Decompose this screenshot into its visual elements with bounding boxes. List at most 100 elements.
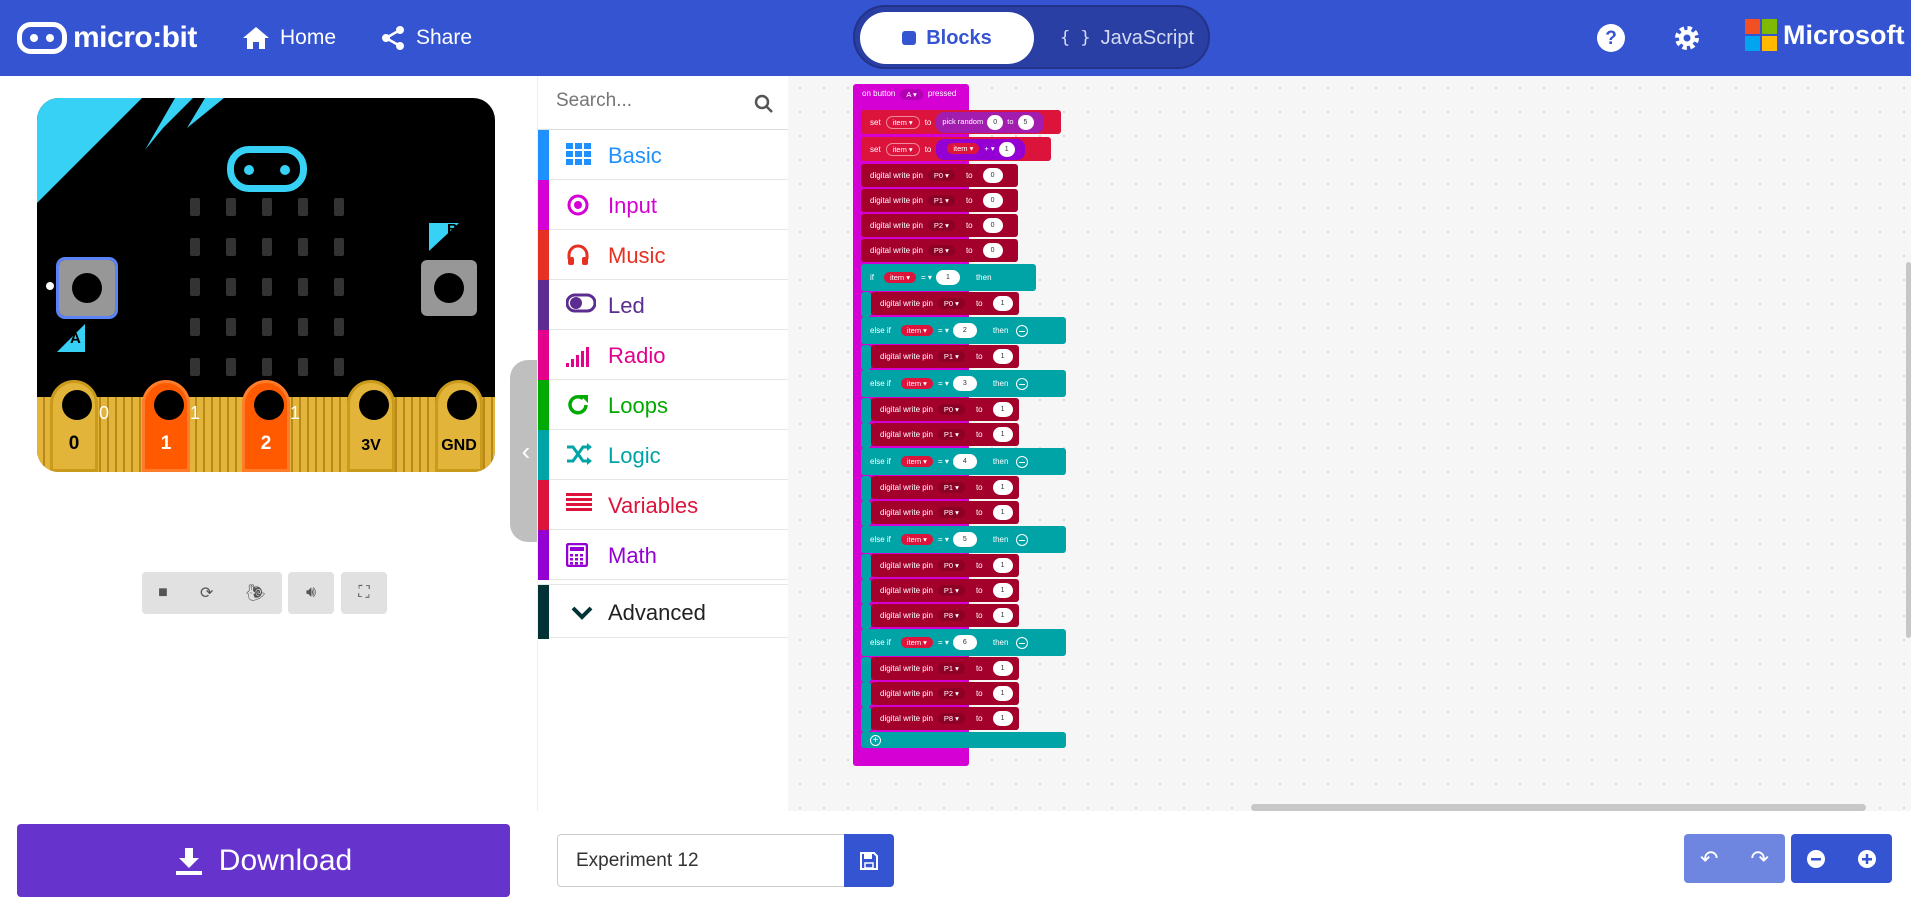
digital-write-block[interactable]: digital write pin P2 ▾ to 0 [861, 214, 1018, 237]
if-block-spine[interactable] [861, 657, 871, 682]
restart-icon[interactable]: ⟳ [200, 583, 213, 603]
headphones-icon [566, 243, 594, 267]
if-block-spine[interactable] [861, 292, 871, 317]
category-color-bar [538, 230, 549, 280]
remove-branch-icon[interactable] [1016, 324, 1029, 337]
category-variables[interactable]: Variables [538, 480, 788, 530]
digital-write-block[interactable]: digital write pin P8 ▾ to 1 [871, 604, 1019, 627]
redo-icon[interactable]: ↷ [1751, 846, 1769, 872]
search-input[interactable] [556, 90, 746, 112]
pin-0[interactable]: 0 [50, 380, 98, 472]
if-block-spine[interactable] [861, 345, 871, 370]
category-input[interactable]: Input [538, 180, 788, 230]
category-label: Radio [608, 343, 666, 368]
category-music[interactable]: Music [538, 230, 788, 280]
digital-write-block[interactable]: digital write pin P0 ▾ to 1 [871, 398, 1019, 421]
settings-gear-icon[interactable] [1670, 21, 1704, 55]
blocks-tab-label: Blocks [926, 26, 992, 49]
category-basic[interactable]: Basic [538, 130, 788, 180]
mute-button[interactable]: 🔊︎ [288, 572, 334, 614]
if-block-spine[interactable] [861, 554, 871, 579]
undo-icon[interactable]: ↶ [1700, 846, 1718, 872]
vertical-scrollbar[interactable] [1906, 262, 1911, 638]
blocks-workspace[interactable]: on button A ▾ pressed set item ▾ to pick rando… [788, 76, 1911, 811]
digital-write-block[interactable]: digital write pin P1 ▾ to 1 [871, 657, 1019, 680]
digital-write-block[interactable]: digital write pin P0 ▾ to 1 [871, 292, 1019, 315]
digital-write-block[interactable]: digital write pin P1 ▾ to 1 [871, 579, 1019, 602]
if-block-footer[interactable]: + [861, 732, 1066, 748]
category-color-bar [538, 280, 549, 330]
svg-text:?: ? [1605, 28, 1617, 49]
else-if-block[interactable]: else if item ▾ = ▾ 2 then [861, 317, 1066, 344]
else-if-block[interactable]: else if item ▾ = ▾ 5 then [861, 526, 1066, 553]
set-item-random-block[interactable]: set item ▾ to pick random 0 to 5 [861, 110, 1061, 134]
blocks-tab[interactable]: Blocks [860, 12, 1034, 64]
horizontal-scrollbar[interactable] [1251, 804, 1866, 811]
category-logic[interactable]: Logic [538, 430, 788, 480]
microsoft-squares-icon [1745, 19, 1777, 51]
grid-icon [566, 143, 594, 167]
pin-3v[interactable]: 3V [347, 380, 395, 472]
pin-gnd[interactable]: GND [435, 380, 483, 472]
category-radio[interactable]: Radio [538, 330, 788, 380]
remove-branch-icon[interactable] [1016, 636, 1029, 649]
else-if-block[interactable]: else if item ▾ = ▾ 4 then [861, 448, 1066, 475]
help-icon[interactable]: ? [1594, 21, 1628, 55]
microbit-logo[interactable]: micro:bit [17, 19, 197, 57]
digital-write-block[interactable]: digital write pin P1 ▾ to 1 [871, 423, 1019, 446]
digital-write-block[interactable]: digital write pin P8 ▾ to 1 [871, 501, 1019, 524]
digital-write-block[interactable]: digital write pin P0 ▾ to 0 [861, 164, 1018, 187]
if-block-spine[interactable] [861, 579, 871, 604]
if-block-spine[interactable] [861, 501, 871, 526]
else-if-block[interactable]: else if item ▾ = ▾ 6 then [861, 629, 1066, 656]
home-button[interactable]: Home [242, 20, 336, 56]
if-block-spine[interactable] [861, 707, 871, 732]
remove-branch-icon[interactable] [1016, 377, 1029, 390]
logo-touch-icon[interactable] [227, 146, 307, 192]
digital-write-block[interactable]: digital write pin P8 ▾ to 0 [861, 239, 1018, 262]
slow-mo-icon[interactable]: 🐌︎ [246, 583, 266, 603]
digital-write-block[interactable]: digital write pin P8 ▾ to 1 [871, 707, 1019, 730]
digital-write-block[interactable]: digital write pin P0 ▾ to 1 [871, 554, 1019, 577]
digital-write-block[interactable]: digital write pin P1 ▾ to 1 [871, 345, 1019, 368]
category-label: Loops [608, 393, 668, 418]
category-math[interactable]: Math [538, 530, 788, 580]
microsoft-label: Microsoft [1783, 19, 1905, 50]
shuffle-icon [566, 443, 594, 467]
download-button[interactable]: Download [17, 824, 510, 897]
search-icon[interactable] [754, 94, 774, 114]
if-block[interactable]: if item ▾ = ▾ 1 then [861, 264, 1036, 291]
digital-write-block[interactable]: digital write pin P1 ▾ to 1 [871, 476, 1019, 499]
add-branch-icon[interactable]: + [870, 734, 881, 746]
chevron-down-icon [571, 606, 593, 620]
category-led[interactable]: Led [538, 280, 788, 330]
microsoft-logo[interactable]: Microsoft [1745, 19, 1905, 51]
remove-branch-icon[interactable] [1016, 455, 1029, 468]
button-a[interactable] [56, 257, 118, 319]
category-loops[interactable]: Loops [538, 380, 788, 430]
fullscreen-icon: ⛶ [358, 584, 370, 601]
if-block-spine[interactable] [861, 423, 871, 448]
set-item-plus-block[interactable]: set item ▾ to item ▾ + ▾ 1 [861, 137, 1051, 161]
if-block-spine[interactable] [861, 476, 871, 501]
if-block-spine[interactable] [861, 398, 871, 423]
if-block-spine[interactable] [861, 682, 871, 707]
save-button[interactable] [844, 834, 894, 887]
if-block-spine[interactable] [861, 604, 871, 629]
else-if-block[interactable]: else if item ▾ = ▾ 3 then [861, 370, 1066, 397]
fullscreen-button[interactable]: ⛶ [341, 572, 387, 614]
digital-write-block[interactable]: digital write pin P2 ▾ to 1 [871, 682, 1019, 705]
button-b[interactable] [421, 260, 477, 316]
digital-write-block[interactable]: digital write pin P1 ▾ to 0 [861, 189, 1018, 212]
zoom-in-icon[interactable] [1857, 849, 1877, 869]
bottom-bar: Download ↶ ↷ [0, 811, 1911, 902]
category-advanced[interactable]: Advanced [538, 584, 788, 639]
pin-1[interactable]: 1 [142, 380, 190, 472]
pin-2[interactable]: 2 [242, 380, 290, 472]
javascript-tab[interactable]: { } JavaScript [1047, 12, 1207, 64]
project-name-input[interactable] [576, 850, 826, 872]
zoom-out-icon[interactable] [1806, 849, 1826, 869]
share-button[interactable]: Share [380, 20, 472, 56]
stop-icon[interactable]: ■ [158, 584, 168, 602]
remove-branch-icon[interactable] [1016, 533, 1029, 546]
